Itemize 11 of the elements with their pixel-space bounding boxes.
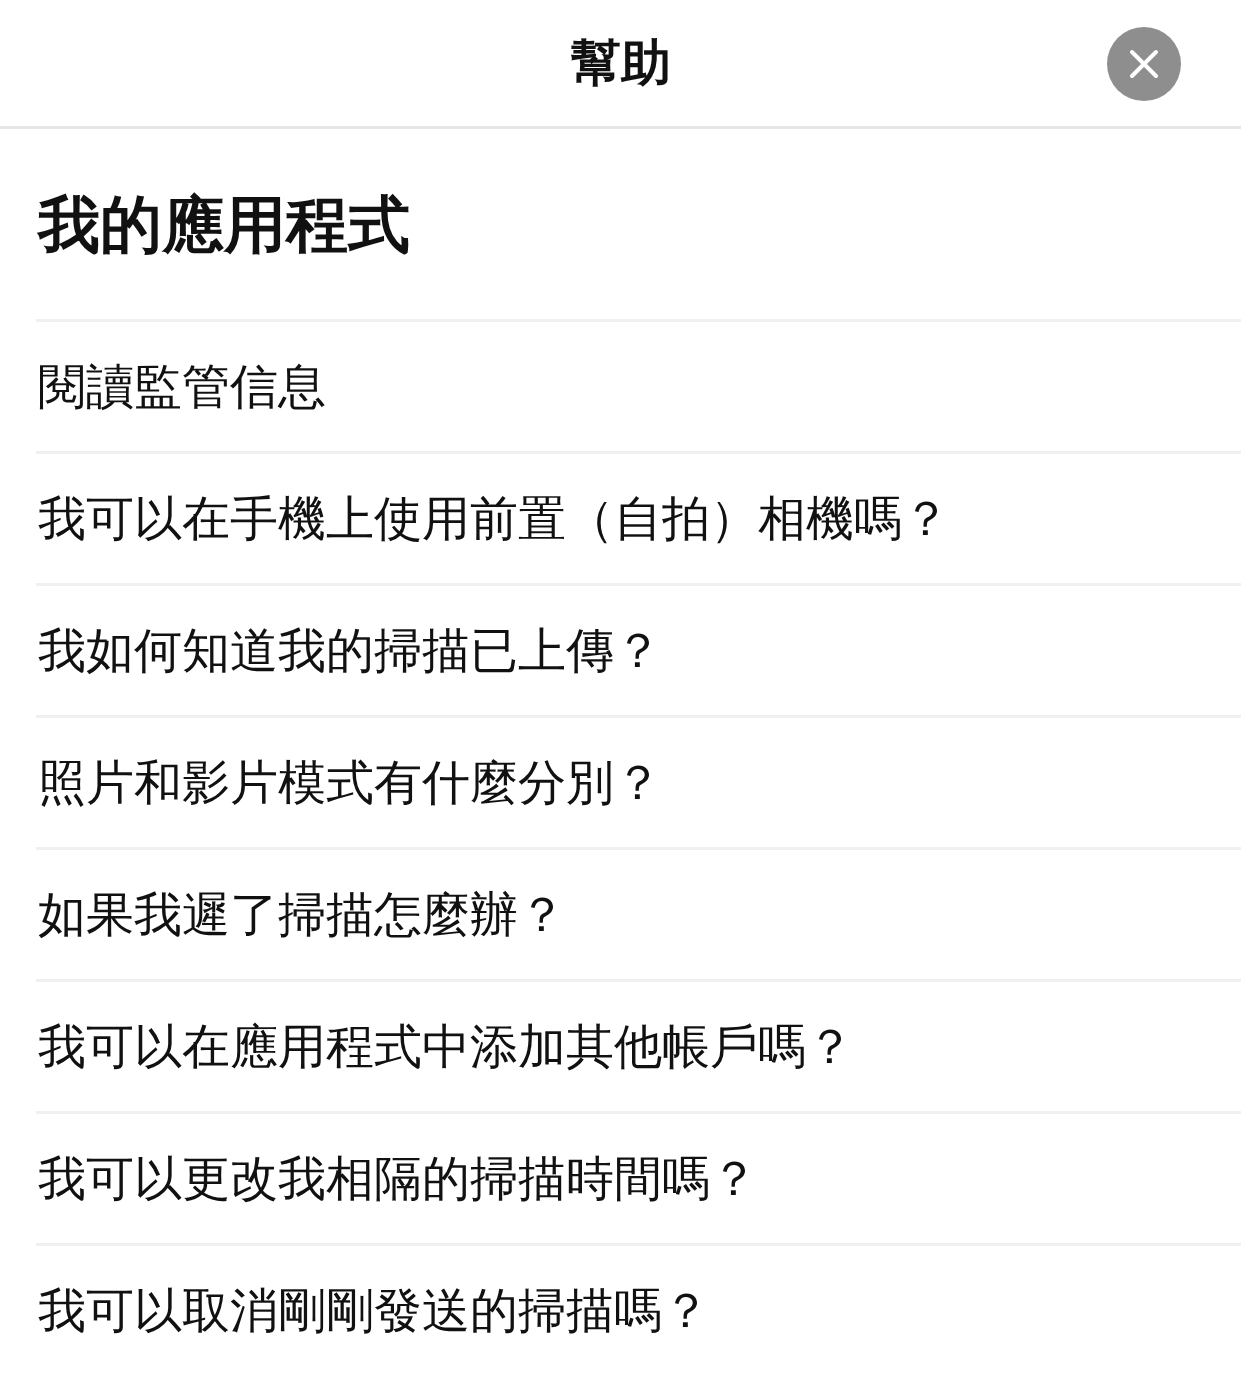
- help-item[interactable]: 我可以更改我相隔的掃描時間嗎？: [36, 1111, 1241, 1243]
- close-icon: [1129, 49, 1159, 79]
- page-title: 幫助: [570, 32, 671, 94]
- help-item[interactable]: 照片和影片模式有什麼分別？: [36, 715, 1241, 847]
- help-item[interactable]: 我可以取消剛剛發送的掃描嗎？: [36, 1243, 1241, 1374]
- help-item[interactable]: 我如何知道我的掃描已上傳？: [36, 583, 1241, 715]
- help-item[interactable]: 如果我遲了掃描怎麼辦？: [36, 847, 1241, 979]
- help-item[interactable]: 閱讀監管信息: [36, 319, 1241, 451]
- help-item[interactable]: 我可以在應用程式中添加其他帳戶嗎？: [36, 979, 1241, 1111]
- help-item[interactable]: 我可以在手機上使用前置（自拍）相機嗎？: [36, 451, 1241, 583]
- section-heading: 我的應用程式: [36, 187, 411, 263]
